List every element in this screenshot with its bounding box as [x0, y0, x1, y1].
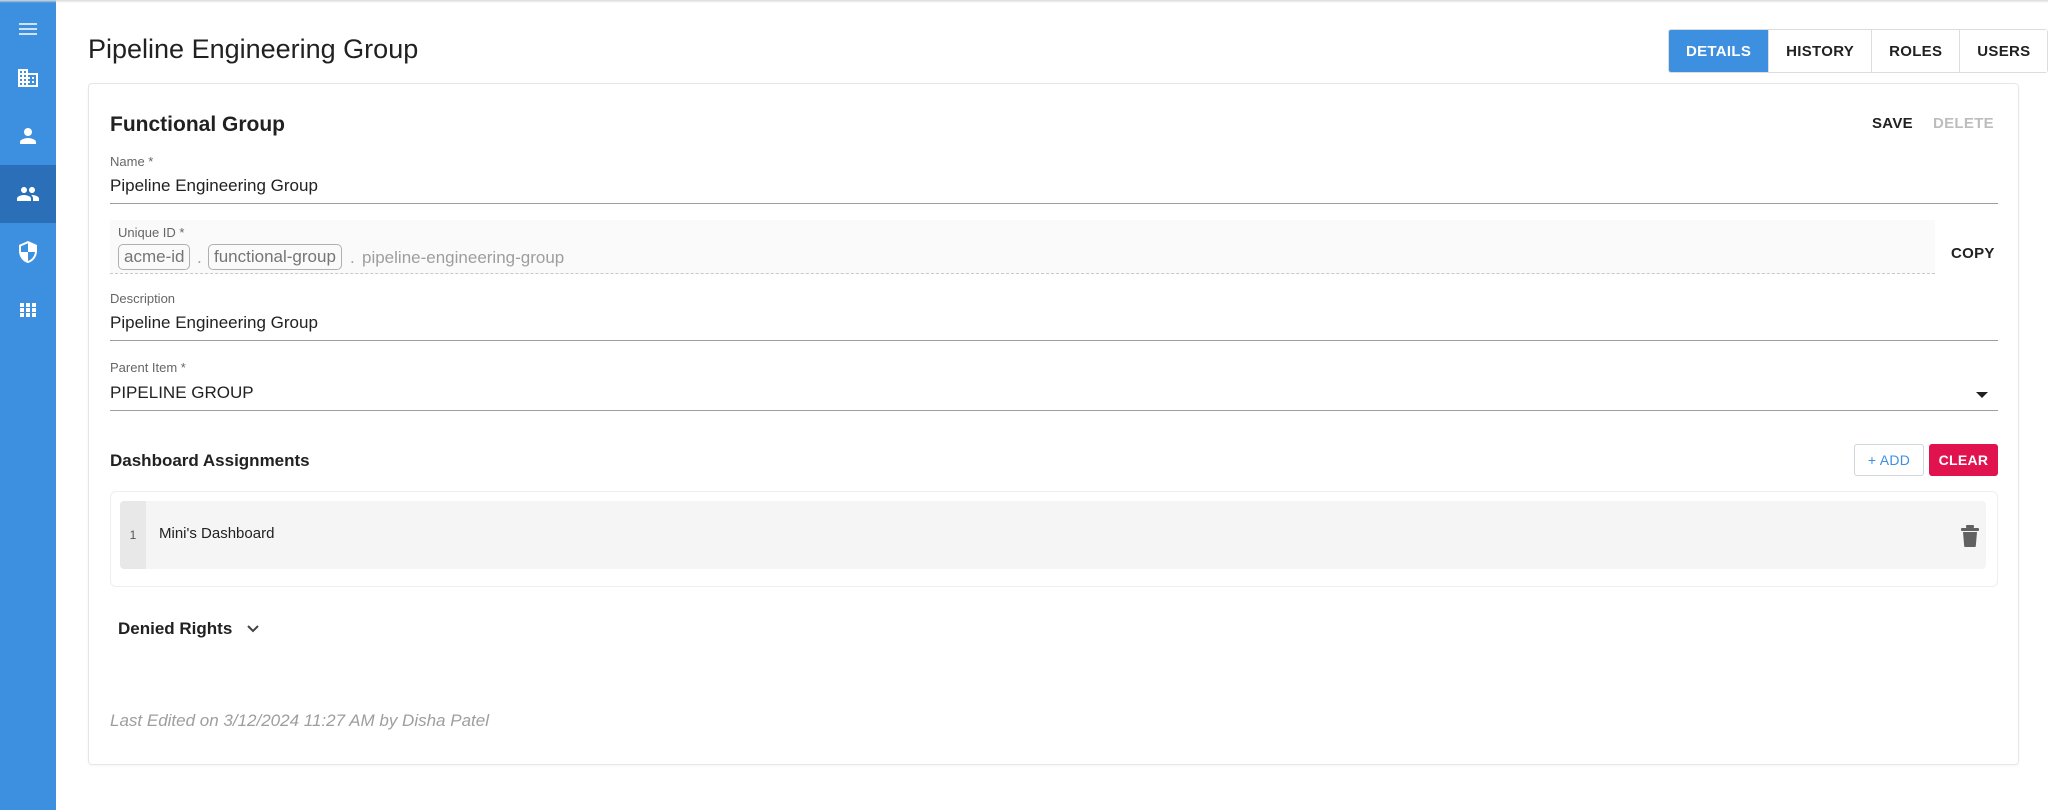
trash-icon	[1961, 525, 1979, 548]
unique-id-chip-prefix: acme-id	[118, 244, 191, 270]
tab-history[interactable]: HISTORY	[1768, 30, 1872, 72]
sidebar-item-groups[interactable]	[0, 165, 56, 223]
delete-button[interactable]: DELETE	[1933, 115, 1994, 132]
dashboard-assignments-list: 1 Mini's Dashboard	[110, 491, 1998, 587]
save-button[interactable]: SAVE	[1872, 115, 1913, 132]
unique-id-separator: .	[197, 248, 202, 267]
unique-id-separator: .	[350, 248, 355, 267]
unique-id-input[interactable]: pipeline-engineering-group	[362, 248, 564, 268]
top-shadow	[0, 0, 2048, 3]
tab-details[interactable]: DETAILS	[1669, 30, 1769, 72]
description-field[interactable]: Pipeline Engineering Group	[110, 313, 318, 333]
denied-rights-title: Denied Rights	[118, 619, 233, 638]
delete-row-button[interactable]	[1960, 525, 1980, 548]
last-edited-note: Last Edited on 3/12/2024 11:27 AM by Dis…	[110, 711, 489, 730]
menu-icon	[19, 23, 37, 35]
drag-handle-index[interactable]: 1	[120, 501, 146, 569]
description-underline	[110, 340, 1998, 341]
dashboard-assignments-title: Dashboard Assignments	[110, 451, 310, 470]
unique-id-field: Unique ID * acme-id . functional-group .…	[110, 220, 1935, 274]
add-button[interactable]: + ADD	[1854, 444, 1924, 476]
list-item[interactable]: 1 Mini's Dashboard	[120, 501, 1986, 569]
people-icon	[17, 187, 39, 201]
copy-button[interactable]: COPY	[1951, 245, 1995, 262]
building-icon	[18, 69, 38, 87]
shield-icon	[19, 241, 37, 263]
person-icon	[20, 128, 36, 144]
name-label: Name *	[110, 154, 154, 169]
list-item-label: Mini's Dashboard	[159, 525, 275, 542]
card-title: Functional Group	[110, 113, 285, 136]
chevron-down-icon	[247, 625, 260, 633]
sidebar	[0, 0, 56, 810]
tab-bar: DETAILS HISTORY ROLES USERS	[1668, 29, 2048, 73]
tab-roles[interactable]: ROLES	[1871, 30, 1960, 72]
sidebar-item-organizations[interactable]	[0, 49, 56, 107]
apps-grid-icon	[20, 303, 36, 317]
description-label: Description	[110, 291, 176, 306]
unique-id-chip-type: functional-group	[208, 244, 342, 270]
denied-rights-toggle[interactable]: Denied Rights	[118, 619, 262, 639]
sidebar-item-apps[interactable]	[0, 281, 56, 339]
tab-users[interactable]: USERS	[1959, 30, 2048, 72]
parent-item-label: Parent Item *	[110, 360, 186, 375]
parent-item-select[interactable]: PIPELINE GROUP	[110, 383, 254, 403]
sidebar-item-users[interactable]	[0, 107, 56, 165]
unique-id-label: Unique ID *	[118, 225, 185, 240]
page-title: Pipeline Engineering Group	[88, 34, 419, 64]
name-field[interactable]: Pipeline Engineering Group	[110, 176, 318, 196]
clear-button[interactable]: CLEAR	[1929, 444, 1998, 476]
dropdown-caret-icon[interactable]	[1976, 392, 1988, 398]
sidebar-item-security[interactable]	[0, 223, 56, 281]
name-underline	[110, 203, 1998, 204]
parent-item-underline	[110, 410, 1998, 411]
functional-group-card: Functional Group SAVE DELETE Name * Pipe…	[88, 83, 2019, 765]
